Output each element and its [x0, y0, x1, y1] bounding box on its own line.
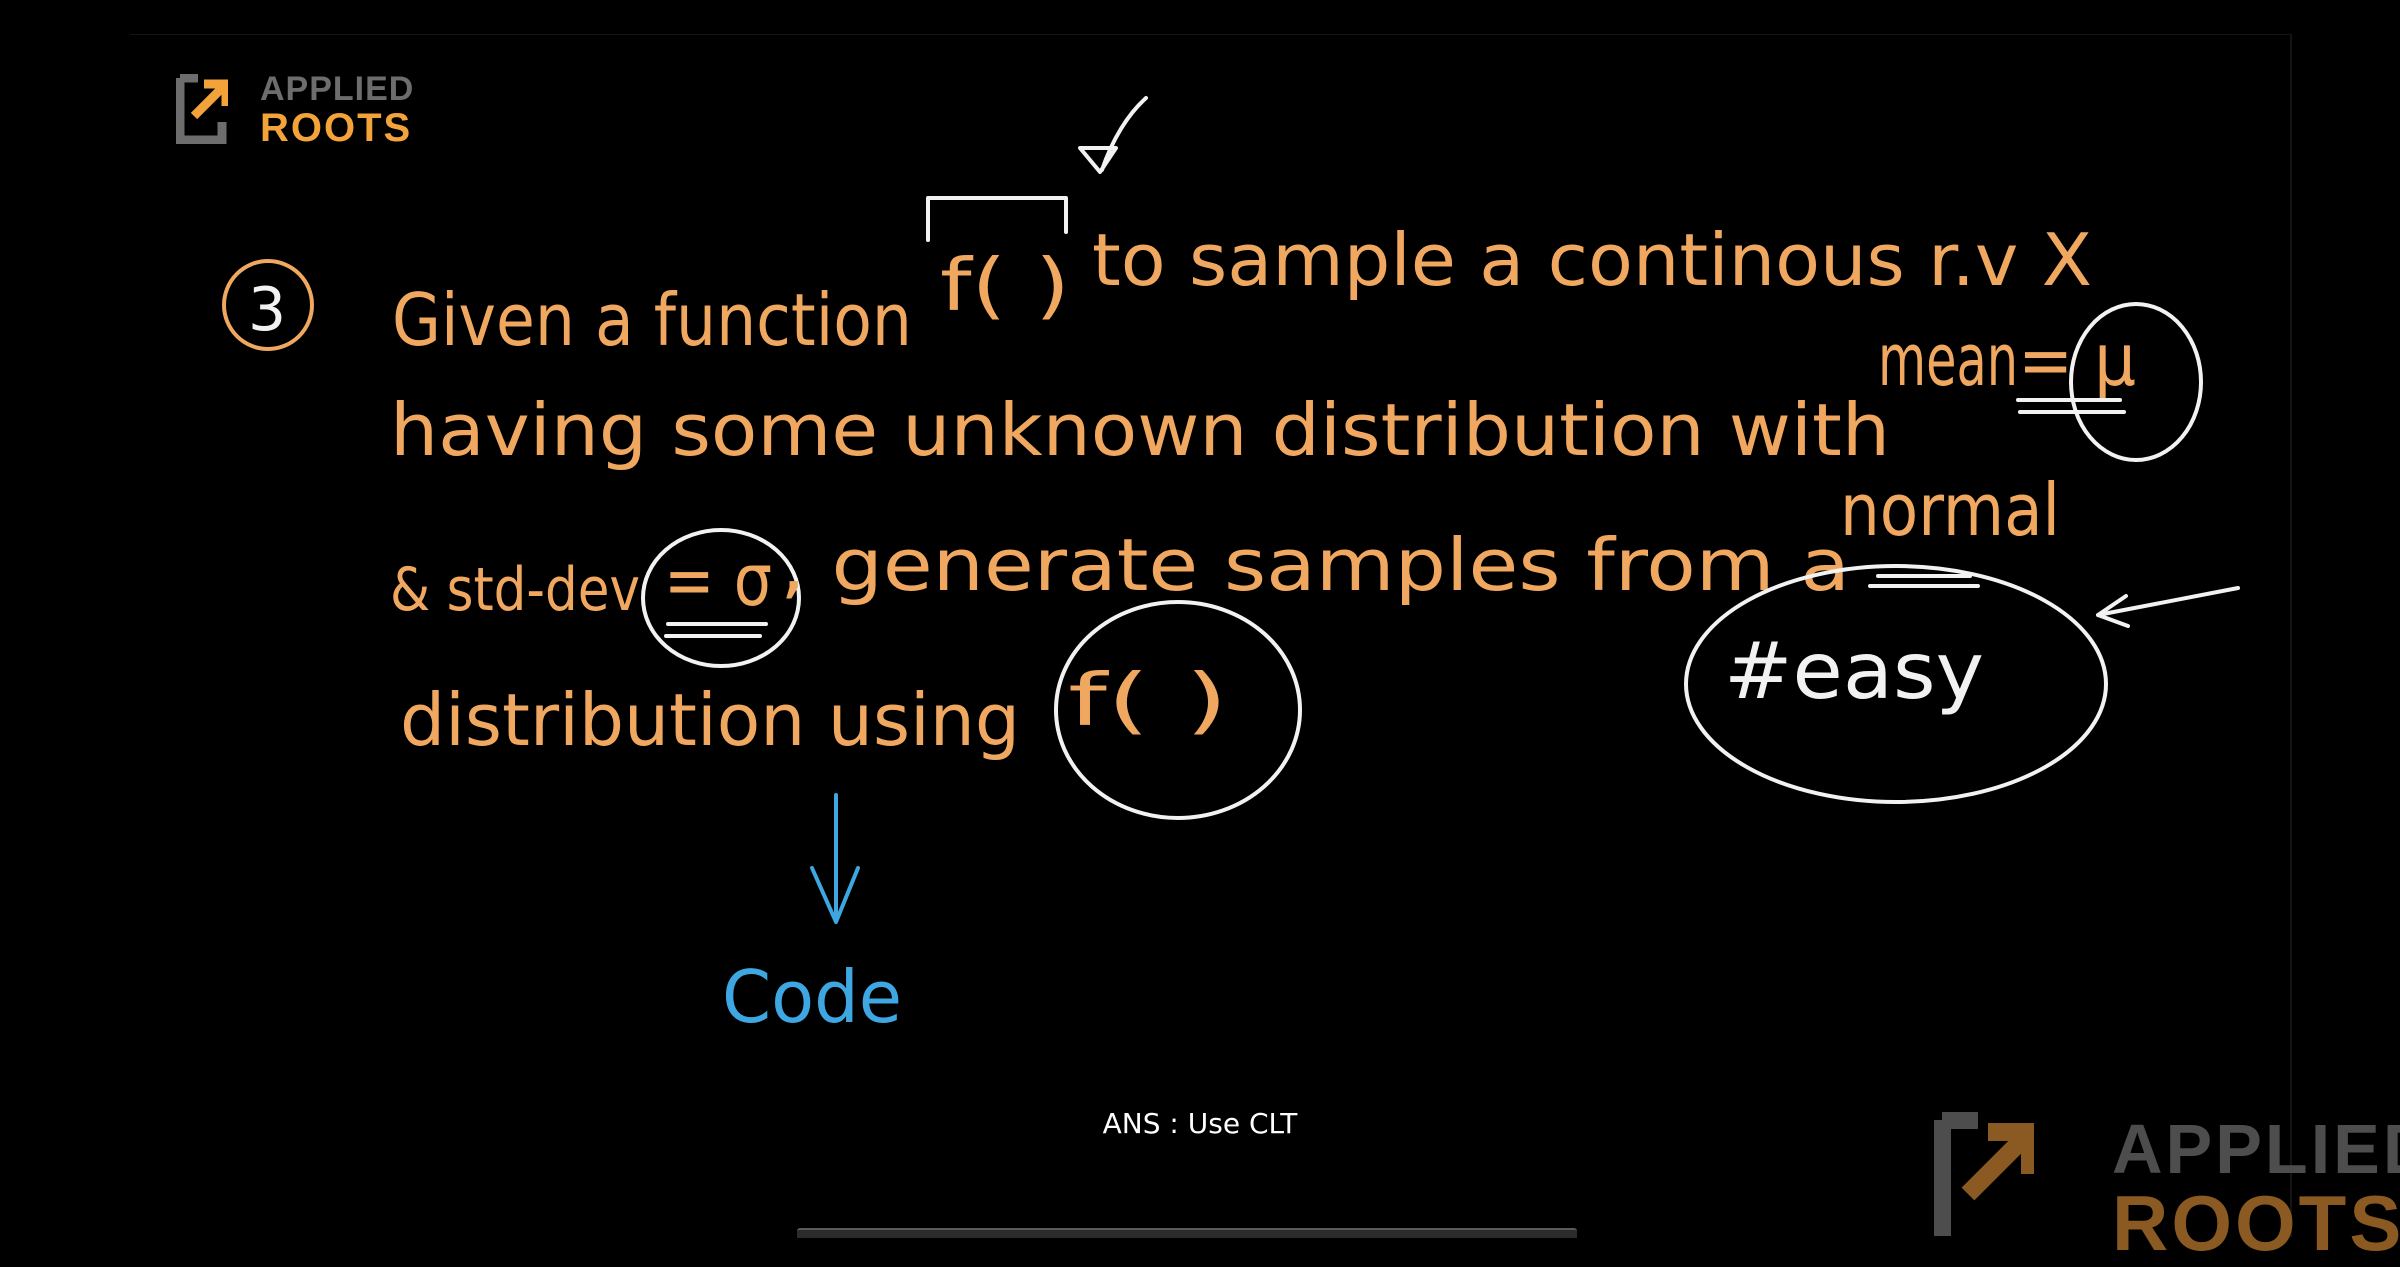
bracket-over-f [926, 196, 1068, 242]
line3-std-dev: & std-dev [390, 555, 640, 625]
arrow-to-easy-icon [2096, 586, 2240, 628]
code-label: Code [722, 955, 902, 1039]
arrow-down-to-code-icon [810, 793, 860, 924]
underline-mu [2016, 398, 2126, 414]
subtitle-caption: ANS : Use CLT [1102, 1107, 1298, 1140]
watermark-word-applied: APPLIED [2112, 1110, 2400, 1188]
watermark-mark-icon [1934, 1112, 2034, 1236]
tick-mark-icon [1078, 96, 1148, 174]
underline-sigma [664, 622, 768, 638]
line3-eq-sigma: = σ [664, 538, 772, 622]
line2-having-some-unknown: having some unknown distribution with [390, 388, 1890, 472]
line3-generate-samples: , generate samples from a [780, 523, 1850, 607]
line1-given-a-function: Given a function [392, 278, 912, 362]
line1-to-sample: to sample a continous r.v X [1092, 218, 2092, 302]
player-controls-edge[interactable] [797, 1228, 1577, 1238]
watermark-word-roots: ROOTS [2112, 1179, 2400, 1267]
line2-mean: mean [1878, 318, 2018, 402]
line4-f-parens: f( ) [1068, 658, 1228, 742]
question-number: 3 [248, 275, 286, 345]
underline-normal [1868, 574, 1980, 588]
whiteboard-canvas: 3 Given a function f( ) to sample a cont… [222, 96, 2240, 1039]
line3-normal: normal [1840, 468, 2060, 552]
line4-distribution-using: distribution using [400, 678, 1020, 762]
easy-tag: #easy [1724, 627, 1984, 717]
line2-eq-mu: = μ [2018, 318, 2136, 402]
line1-f-parens: f( ) [940, 243, 1070, 327]
